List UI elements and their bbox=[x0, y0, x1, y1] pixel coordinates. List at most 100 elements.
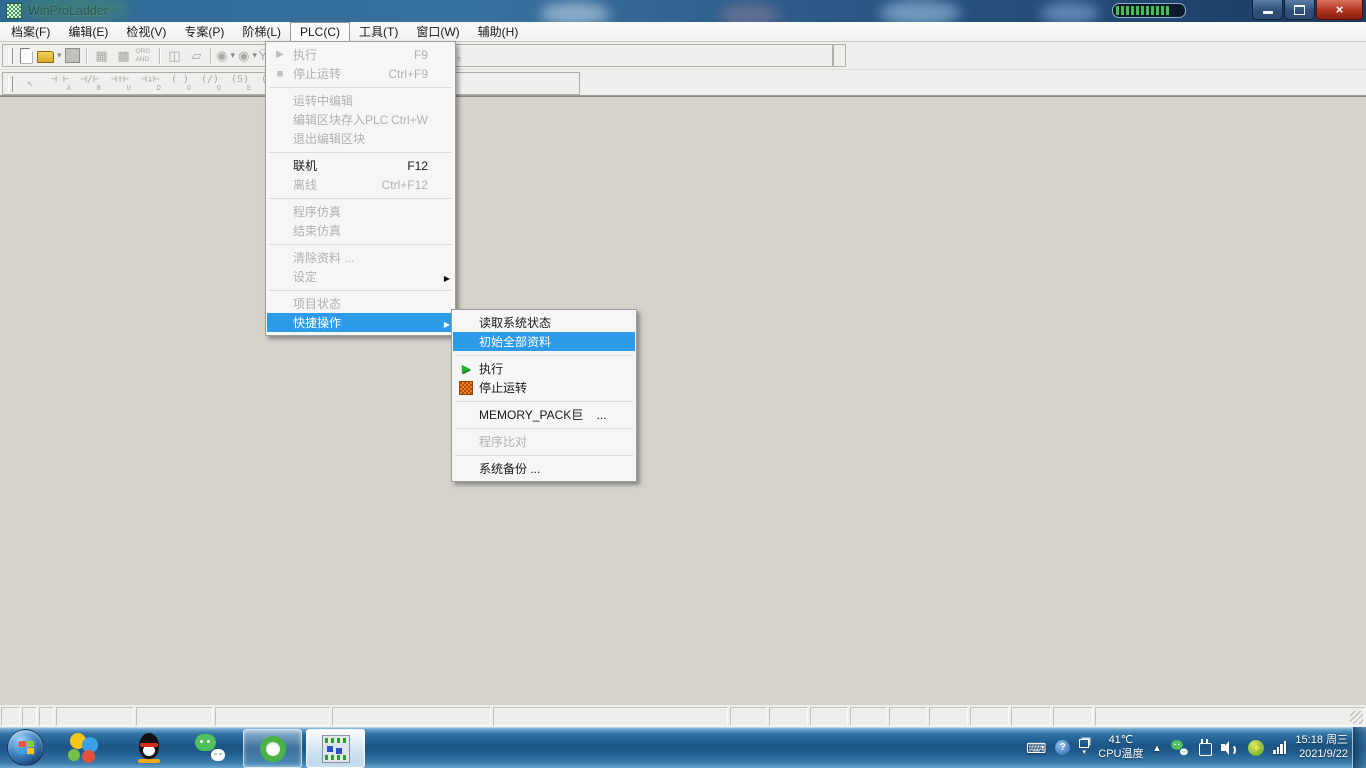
plc-menu-item[interactable]: 项目状态 bbox=[267, 294, 454, 313]
toolbar-button[interactable] bbox=[84, 46, 91, 66]
show-desktop-button[interactable] bbox=[1352, 727, 1366, 768]
quick-menu-item[interactable]: MEMORY_PACK巨 ... bbox=[453, 405, 635, 424]
minimize-button[interactable] bbox=[1252, 0, 1283, 20]
quick-menu-item[interactable] bbox=[453, 451, 635, 459]
plc-menu-item[interactable] bbox=[267, 83, 454, 91]
toolbar-button[interactable]: ORG AND bbox=[135, 46, 157, 66]
plc-menu-item[interactable]: 设定 bbox=[267, 267, 454, 286]
plc-menu-item[interactable]: 退出编辑区块 bbox=[267, 129, 454, 148]
quick-menu-item[interactable]: 系统备份 ... bbox=[453, 459, 635, 478]
plc-menu-item[interactable]: 停止运转 Ctrl+F9 bbox=[267, 64, 454, 83]
menu-item-icon bbox=[453, 362, 479, 375]
toolbar-empty-band bbox=[833, 44, 846, 67]
toolbar-button[interactable]: ◫ bbox=[164, 46, 186, 66]
toolbar-button[interactable]: ▦ bbox=[91, 46, 113, 66]
volume-tray-icon[interactable] bbox=[1221, 741, 1239, 755]
ladder-element-button[interactable]: (/) Q bbox=[195, 74, 225, 94]
menubar-item[interactable]: 窗口(W) bbox=[407, 22, 468, 41]
statusbar-cell bbox=[769, 707, 808, 726]
quick-menu-item[interactable]: 程序比对 bbox=[453, 432, 635, 451]
quick-menu-item[interactable] bbox=[453, 351, 635, 359]
quick-menu-item[interactable] bbox=[453, 397, 635, 405]
ladder-element-button[interactable]: (S) E bbox=[225, 74, 255, 94]
toolbar-button[interactable]: ◉ bbox=[215, 46, 237, 66]
plc-menu-item[interactable]: 联机 F12 bbox=[267, 156, 454, 175]
toolbar-button[interactable]: ▱ bbox=[186, 46, 208, 66]
plc-menu-item[interactable]: 运转中编辑 bbox=[267, 91, 454, 110]
window-tray-icon[interactable]: ▾ bbox=[1079, 739, 1089, 756]
clock[interactable]: 15:18 周三 2021/9/22 bbox=[1295, 734, 1348, 762]
plc-menu-item[interactable] bbox=[267, 194, 454, 202]
plc-menu-item[interactable]: 程序仿真 bbox=[267, 202, 454, 221]
menubar-item[interactable]: 工具(T) bbox=[350, 22, 407, 41]
menubar-item[interactable]: 辅助(H) bbox=[469, 22, 528, 41]
toolbar-grip[interactable] bbox=[8, 48, 13, 64]
statusbar-cell bbox=[215, 707, 330, 726]
taskbar-item-browser-360[interactable] bbox=[243, 729, 302, 768]
quick-menu-item[interactable]: 停止运转 bbox=[453, 378, 635, 397]
plc-menu-item[interactable]: 离线 Ctrl+F12 bbox=[267, 175, 454, 194]
plc-menu-item[interactable]: 执行 F9 bbox=[267, 45, 454, 64]
toolbar-button[interactable] bbox=[62, 46, 84, 66]
help-tray-icon[interactable]: ? bbox=[1055, 740, 1070, 755]
quick-menu-item[interactable] bbox=[453, 424, 635, 432]
statusbar-cell bbox=[1, 707, 20, 726]
ladder-element-button[interactable]: ⊣/⊢ B bbox=[75, 74, 105, 94]
ladder-element-button[interactable]: ⊣↓⊢ D bbox=[135, 74, 165, 94]
plc-menu-item[interactable]: 快捷操作 bbox=[267, 313, 454, 332]
start-button[interactable] bbox=[7, 729, 44, 766]
toolbar-button-icon bbox=[65, 48, 80, 63]
quick-menu-item[interactable]: 执行 bbox=[453, 359, 635, 378]
keyboard-tray-icon[interactable]: ⌨ bbox=[1026, 741, 1046, 755]
menubar-item[interactable]: 阶梯(L) bbox=[233, 22, 290, 41]
aero-blur-blob bbox=[880, 0, 960, 22]
toolbar-grip[interactable] bbox=[8, 76, 13, 92]
power-plug-tray-icon[interactable] bbox=[1199, 743, 1212, 756]
maximize-button[interactable] bbox=[1284, 0, 1315, 20]
toolbar-button-icon: ▩ bbox=[117, 49, 129, 62]
toolbar-button[interactable] bbox=[37, 46, 62, 66]
quick-menu-item[interactable]: 读取系统状态 bbox=[453, 313, 635, 332]
plc-menu-item[interactable]: 结束仿真 bbox=[267, 221, 454, 240]
toolbar-ladder: ↖ ⊣ ⊢ A ⊣/⊢ B ⊣↑⊢ U ⊣↓⊢ D ( ) O bbox=[0, 70, 1366, 96]
ladder-element-button[interactable]: ( ) O bbox=[165, 74, 195, 94]
menubar-item[interactable]: 编辑(E) bbox=[59, 22, 117, 41]
statusbar-cell bbox=[889, 707, 927, 726]
safety-360-tray-icon[interactable]: + bbox=[1248, 740, 1264, 756]
statusbar-cell bbox=[332, 707, 491, 726]
taskbar-item-winproladder[interactable] bbox=[306, 729, 365, 768]
plc-menu-item[interactable] bbox=[267, 240, 454, 248]
toolbar-button[interactable]: ◉ bbox=[237, 46, 259, 66]
resize-grip-icon[interactable] bbox=[1350, 711, 1363, 724]
plc-menu-item[interactable] bbox=[267, 286, 454, 294]
quick-menu-item[interactable]: 初始全部资料 bbox=[453, 332, 635, 351]
toolbar-button[interactable] bbox=[15, 46, 37, 66]
statusbar-cell bbox=[39, 707, 54, 726]
taskbar-item-wechat[interactable] bbox=[184, 730, 238, 765]
toolbar-button-icon: ◉ bbox=[216, 49, 227, 62]
cpu-temperature[interactable]: 41℃ CPU温度 bbox=[1098, 734, 1143, 762]
menubar-item[interactable]: 检视(V) bbox=[117, 22, 175, 41]
menubar-item[interactable]: PLC(C) bbox=[290, 22, 350, 41]
plc-menu-item[interactable]: 编辑区块存入PLC Ctrl+W bbox=[267, 110, 454, 129]
taskbar-item-qq[interactable] bbox=[122, 730, 176, 765]
menubar-item[interactable]: 专案(P) bbox=[175, 22, 233, 41]
toolbar-button[interactable]: ▩ bbox=[113, 46, 135, 66]
plc-menu-item[interactable]: 清除资料 ... bbox=[267, 248, 454, 267]
taskbar-item-sogou[interactable] bbox=[56, 730, 110, 765]
network-signal-tray-icon[interactable] bbox=[1273, 741, 1286, 754]
ladder-element-button[interactable]: ⊣ ⊢ A bbox=[45, 74, 75, 94]
toolbar-button-icon: ▦ bbox=[95, 49, 107, 62]
close-icon: × bbox=[1336, 3, 1344, 16]
qq-icon bbox=[136, 733, 162, 763]
toolbar-button[interactable] bbox=[157, 46, 164, 66]
wechat-tray-icon[interactable] bbox=[1172, 740, 1190, 755]
toolbar-button[interactable] bbox=[208, 46, 215, 66]
plc-menu-item[interactable] bbox=[267, 148, 454, 156]
ladder-element-button[interactable]: ⊣↑⊢ U bbox=[105, 74, 135, 94]
menubar-item[interactable]: 档案(F) bbox=[2, 22, 59, 41]
close-button[interactable]: × bbox=[1316, 0, 1363, 20]
show-hidden-icons-chevron[interactable]: ▲ bbox=[1152, 743, 1161, 753]
aero-blur-blob bbox=[720, 4, 780, 22]
ladder-element-button[interactable]: ↖ bbox=[15, 74, 45, 94]
